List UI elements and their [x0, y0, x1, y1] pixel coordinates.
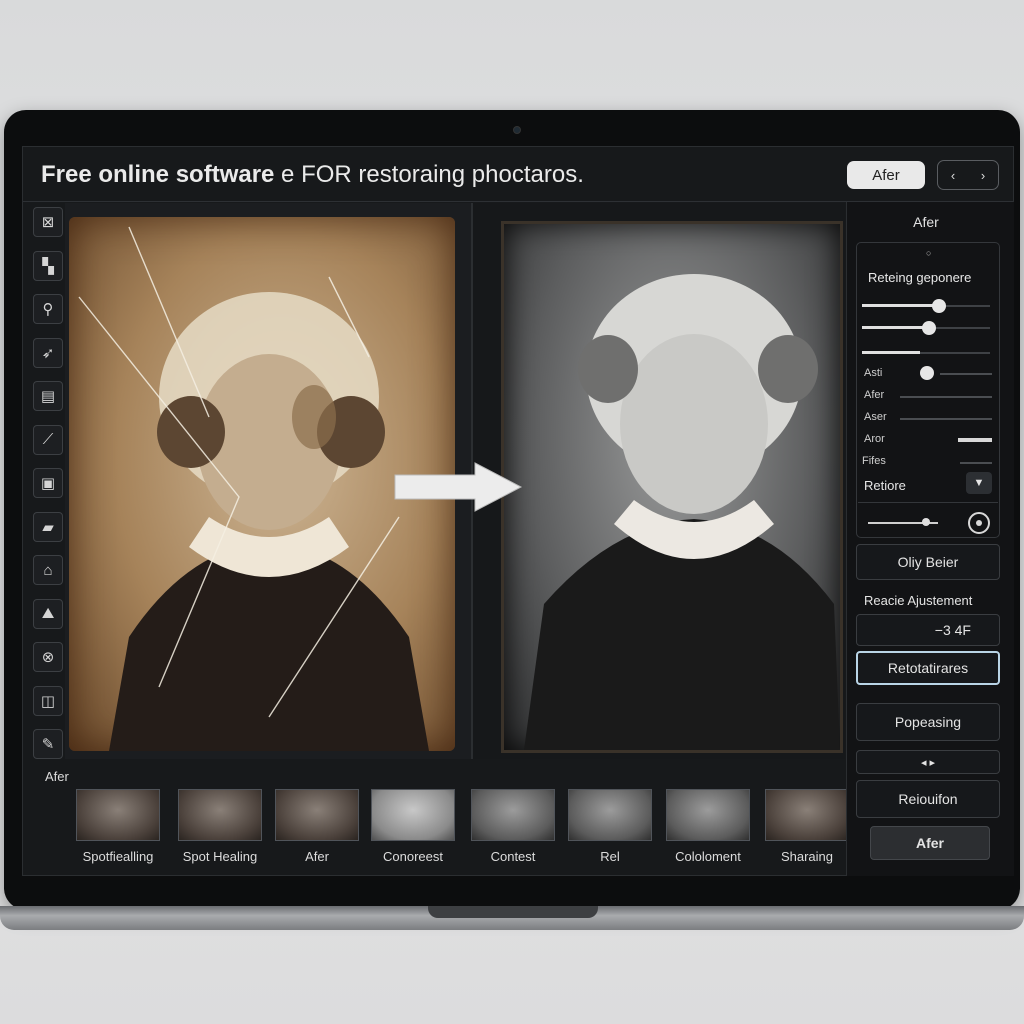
laptop-notch	[428, 906, 598, 918]
adjustment-value-field[interactable]: −3 4F	[856, 614, 1000, 646]
oliy-beier-button[interactable]: Oliy Beier	[856, 544, 1000, 580]
thumbnail-label: Conoreest	[383, 849, 443, 864]
filter-thumbnail[interactable]: Rel	[565, 789, 655, 864]
slider-label-aser: Aser	[864, 411, 887, 423]
thumbnail-image	[666, 789, 750, 841]
thumbnail-label: Afer	[305, 849, 329, 864]
settings-slider-1[interactable]	[862, 299, 992, 313]
slider-knob[interactable]	[932, 299, 946, 313]
magnifier-icon[interactable]: ⚲	[33, 294, 63, 324]
filter-thumbnail[interactable]: Cololoment	[663, 789, 753, 864]
asti-track	[940, 373, 992, 375]
slider-label-asti: Asti	[864, 367, 883, 379]
picture-icon[interactable]: ⛰	[33, 598, 63, 629]
restore-label: Retiore	[864, 478, 906, 493]
fifes-track[interactable]	[960, 462, 992, 464]
slider-fill	[862, 304, 939, 307]
settings-divider	[858, 502, 998, 503]
after-apply-button[interactable]: Afer	[870, 826, 990, 860]
adjustment-label: Reacie Ajustement	[864, 593, 973, 608]
cancel-icon[interactable]: ⊗	[33, 642, 63, 672]
tool-strip: ⊠ ▚ ⚲ ➶ ▤ ⟋ ▣ ▰ ⌂ ⛰ ⊗ ◫ ✎	[33, 207, 67, 773]
chevron-right-icon[interactable]: ›	[981, 168, 985, 183]
filmstrip: Spotfiealling Spot Healing Afer Conorees…	[45, 789, 849, 875]
thumbnail-label: Rel	[600, 849, 620, 864]
layers-icon[interactable]: ▤	[33, 381, 63, 411]
folder-icon[interactable]: ▰	[33, 511, 63, 542]
wand-icon[interactable]: ➶	[33, 337, 63, 368]
slider-label-aror: Aror	[864, 433, 885, 445]
after-toggle-button[interactable]: Afer	[847, 161, 925, 189]
aser-track[interactable]	[900, 418, 992, 420]
processing-button[interactable]: Popeasing	[856, 703, 1000, 741]
slider-knob[interactable]	[922, 321, 936, 335]
thumbnail-image	[178, 789, 262, 841]
filter-thumbnail[interactable]: Contest	[468, 789, 558, 864]
resize-arrows-button[interactable]: ◂ ▸	[856, 750, 1000, 774]
app-title: Free online software e FOR restoraing ph…	[41, 161, 584, 189]
opacity-knob[interactable]	[922, 518, 930, 526]
slider-label-fifes: Fifes	[862, 455, 886, 467]
aror-track[interactable]	[958, 438, 992, 442]
settings-title: Reteing geponere	[868, 270, 972, 285]
crop-icon[interactable]: ⊠	[33, 207, 63, 237]
thumbnail-image	[471, 789, 555, 841]
restore-dropdown[interactable]: ▼	[966, 472, 992, 494]
thumbnail-image	[275, 789, 359, 841]
before-after-arrow-icon	[394, 462, 523, 512]
filter-thumbnail[interactable]: Afer	[272, 789, 362, 864]
webcam-icon	[513, 126, 521, 134]
restoration-button[interactable]: Retotatirares	[856, 651, 1000, 685]
chevron-left-icon[interactable]: ‹	[951, 168, 955, 183]
thumbnail-image	[765, 789, 849, 841]
restored-photo	[501, 221, 843, 753]
settings-marker-icon: ○	[926, 248, 932, 258]
filter-thumbnail[interactable]: Spot Healing	[175, 789, 265, 864]
filter-thumbnail[interactable]: Spotfiealling	[73, 789, 163, 864]
frame-icon[interactable]: ◫	[33, 685, 63, 716]
thumbnail-image	[371, 789, 455, 841]
slider-label-afer: Afer	[864, 389, 885, 401]
filter-thumbnail[interactable]: Conoreest	[368, 789, 458, 864]
image-icon[interactable]: ▣	[33, 468, 63, 498]
restored-portrait-art	[524, 274, 840, 750]
asti-slider-knob[interactable]	[920, 366, 934, 380]
app-title-bold: Free online software	[41, 161, 275, 188]
slider-fill	[862, 326, 929, 329]
puzzle-icon[interactable]: ▚	[33, 250, 63, 281]
stamp-icon[interactable]: ⌂	[33, 555, 63, 585]
thumbnail-label: Cololoment	[675, 849, 741, 864]
thumbnail-label: Contest	[490, 849, 536, 864]
settings-slider-3[interactable]	[862, 346, 992, 360]
afer-track[interactable]	[900, 396, 992, 398]
resolution-button[interactable]: Reiouifon	[856, 780, 1000, 818]
thumbnail-image	[76, 789, 160, 841]
target-ring-icon[interactable]	[968, 512, 990, 534]
side-panel-heading: Afer	[913, 214, 939, 230]
filter-thumbnail[interactable]: Sharaing	[762, 789, 852, 864]
thumbnail-image	[568, 789, 652, 841]
settings-slider-2[interactable]	[862, 321, 992, 335]
thumbnail-label: Spotfiealling	[82, 849, 154, 864]
nav-buttons: ‹ ›	[937, 160, 999, 190]
brush-icon[interactable]: ⟋	[33, 424, 63, 455]
thumbnail-label: Spot Healing	[182, 849, 258, 864]
app-title-rest: e FOR restoraing phoctaros.	[274, 161, 584, 188]
edit-icon[interactable]: ✎	[33, 729, 63, 759]
thumbnail-label: Sharaing	[780, 849, 834, 864]
filmstrip-label: Afer	[45, 769, 69, 784]
slider-fill	[862, 351, 920, 354]
